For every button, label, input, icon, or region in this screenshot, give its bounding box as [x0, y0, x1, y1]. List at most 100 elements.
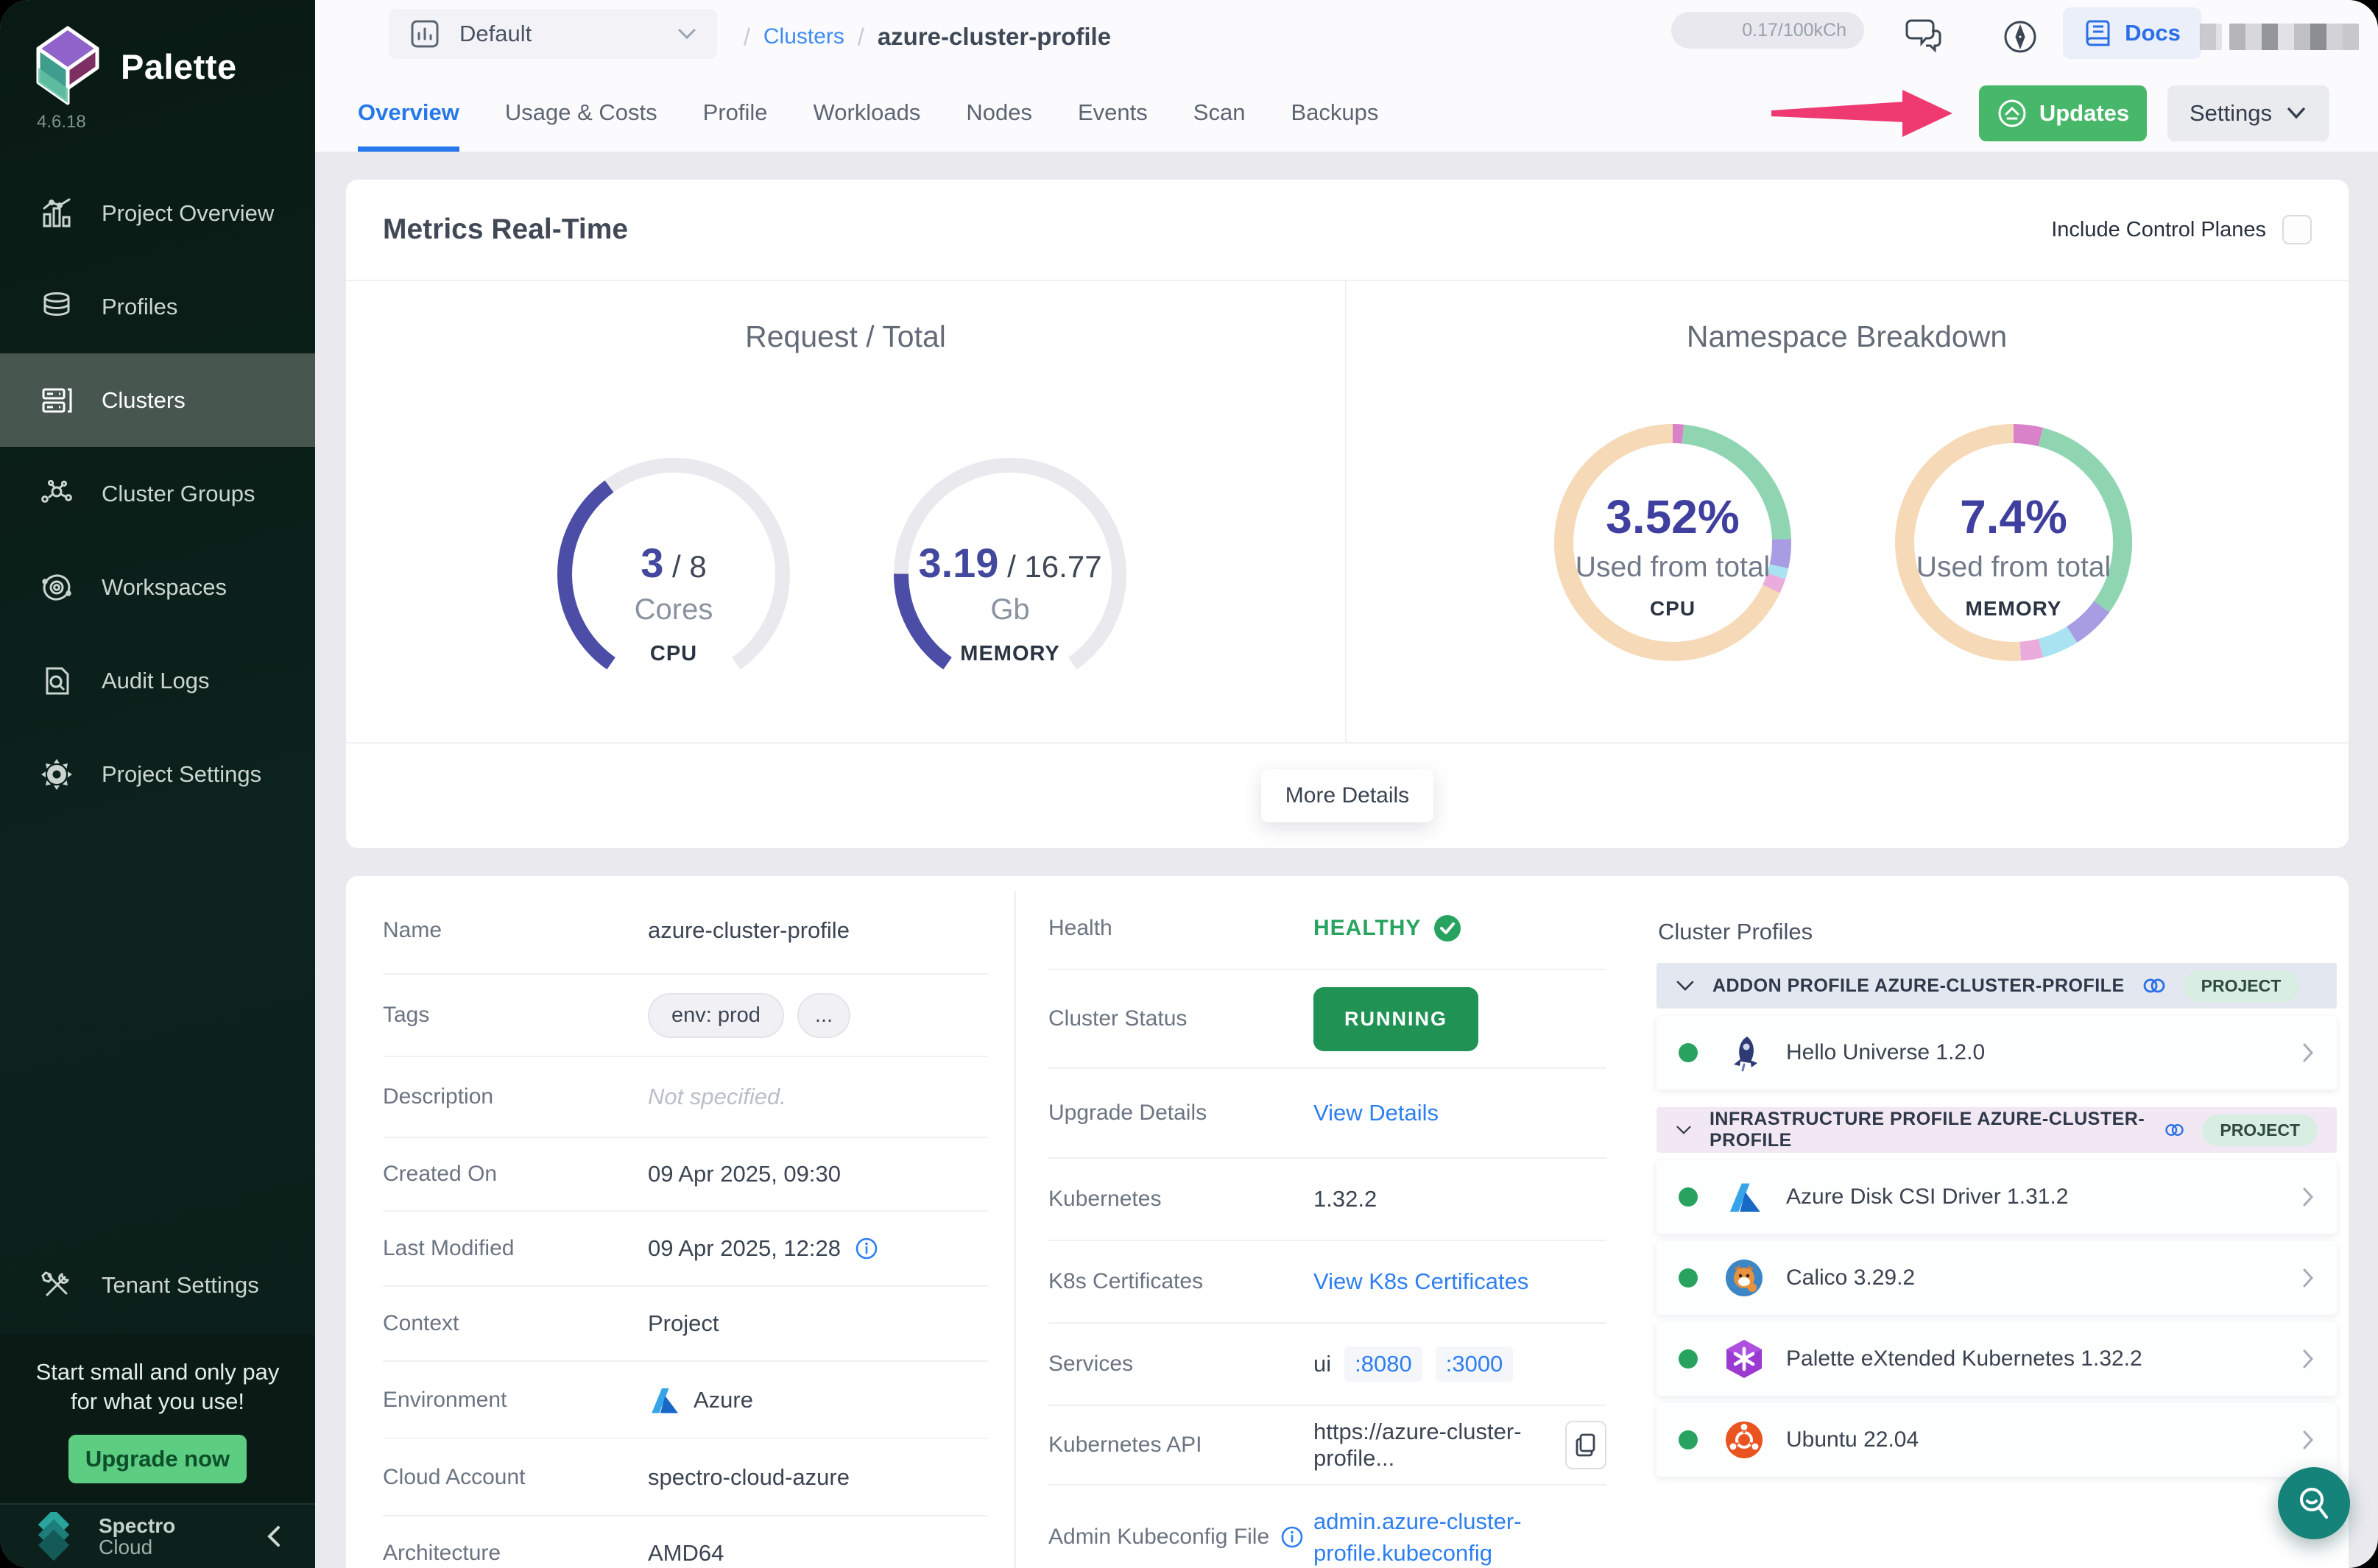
gear-icon	[40, 757, 74, 791]
tab-profile[interactable]: Profile	[703, 74, 768, 152]
sidebar-item-profiles[interactable]: Profiles	[0, 260, 315, 353]
infrastructure-profile-section-header[interactable]: INFRASTRUCTURE PROFILE AZURE-CLUSTER-PRO…	[1657, 1107, 2337, 1153]
architecture-value: AMD64	[648, 1540, 724, 1567]
sidebar-item-label: Tenant Settings	[102, 1272, 259, 1299]
link-icon[interactable]	[2164, 1120, 2184, 1140]
chart-divider	[1345, 281, 1347, 742]
pxk-icon	[1725, 1338, 1763, 1380]
breadcrumb: / Clusters / azure-cluster-profile	[744, 0, 1111, 74]
tab-workloads[interactable]: Workloads	[814, 74, 921, 152]
sidebar-tenant-section: Tenant Settings	[0, 1238, 315, 1332]
memory-namespace-donut: 7.4% Used from total MEMORY	[1888, 417, 2139, 668]
tab-nodes[interactable]: Nodes	[966, 74, 1032, 152]
profile-item-calico[interactable]: Calico 3.29.2	[1657, 1241, 2337, 1315]
breadcrumb-clusters-link[interactable]: Clusters	[763, 24, 844, 49]
kubernetes-api-value: https://azure-cluster-profile...	[1313, 1419, 1558, 1472]
sidebar-item-project-settings[interactable]: Project Settings	[0, 727, 315, 821]
more-details-button[interactable]: More Details	[1261, 769, 1433, 822]
tag-env-prod[interactable]: env: prod	[648, 993, 784, 1038]
chat-icon[interactable]	[1902, 16, 1945, 57]
settings-button[interactable]: Settings	[2167, 85, 2329, 141]
docs-link[interactable]: Docs	[2063, 7, 2201, 59]
metrics-card-header: Metrics Real-Time Include Control Planes	[346, 180, 2349, 281]
tab-events[interactable]: Events	[1078, 74, 1148, 152]
include-control-planes-checkbox[interactable]	[2282, 215, 2312, 244]
profile-item-azure-disk-csi[interactable]: Azure Disk CSI Driver 1.31.2	[1657, 1160, 2337, 1234]
app-version: 4.6.18	[37, 112, 86, 133]
description-value: Not specified.	[648, 1084, 786, 1110]
profile-item-ubuntu[interactable]: Ubuntu 22.04	[1657, 1403, 2337, 1477]
view-k8s-certificates-link[interactable]: View K8s Certificates	[1313, 1268, 1528, 1295]
chevron-down-icon	[2285, 106, 2307, 121]
infrastructure-profile-items: Azure Disk CSI Driver 1.31.2	[1657, 1160, 2337, 1477]
project-selector[interactable]: Default	[389, 9, 717, 59]
view-details-link[interactable]: View Details	[1313, 1100, 1439, 1126]
collapse-sidebar-icon[interactable]	[264, 1520, 286, 1553]
book-icon	[2084, 17, 2113, 49]
kubernetes-version-value: 1.32.2	[1313, 1186, 1377, 1212]
palette-app-window: Palette 4.6.18 Project Overview Pro	[0, 0, 2378, 1568]
info-icon[interactable]	[1280, 1525, 1305, 1550]
sidebar-item-label: Project Settings	[102, 761, 261, 788]
spectro-cloud-logo-icon	[29, 1512, 84, 1561]
upgrade-now-button[interactable]: Upgrade now	[68, 1435, 247, 1483]
sidebar-item-audit-logs[interactable]: Audit Logs	[0, 634, 315, 727]
info-icon[interactable]	[854, 1236, 879, 1261]
calico-icon	[1724, 1258, 1764, 1298]
sidebar-item-cluster-groups[interactable]: Cluster Groups	[0, 447, 315, 540]
tab-usage-costs[interactable]: Usage & Costs	[505, 74, 657, 152]
link-icon[interactable]	[2142, 976, 2166, 995]
service-port-8080-link[interactable]: :8080	[1344, 1346, 1422, 1382]
redacted-username	[2229, 24, 2359, 50]
sidebar-item-tenant-settings[interactable]: Tenant Settings	[0, 1238, 315, 1332]
app-name: Palette	[121, 46, 237, 87]
cluster-name-value: azure-cluster-profile	[648, 917, 850, 944]
azure-icon	[648, 1384, 680, 1416]
chevron-down-icon	[676, 27, 698, 41]
cpu-namespace-donut: 3.52% Used from total CPU	[1548, 417, 1798, 668]
tag-more[interactable]: ...	[797, 993, 850, 1038]
sidebar-item-workspaces[interactable]: Workspaces	[0, 540, 315, 634]
tab-overview[interactable]: Overview	[358, 74, 459, 152]
tab-backups[interactable]: Backups	[1291, 74, 1378, 152]
tabs-row: Overview Usage & Costs Profile Workloads…	[315, 74, 2378, 152]
azure-icon	[1726, 1179, 1763, 1215]
health-value: HEALTHY	[1313, 916, 1421, 941]
support-search-fab[interactable]	[2278, 1467, 2350, 1539]
sidebar-item-project-overview[interactable]: Project Overview	[0, 166, 315, 260]
chevron-down-icon	[1676, 1123, 1692, 1137]
addon-profile-section-header[interactable]: ADDON PROFILE AZURE-CLUSTER-PROFILE PROJ…	[1657, 963, 2337, 1009]
status-dot-green	[1679, 1268, 1698, 1288]
tools-icon	[40, 1268, 74, 1302]
project-selector-value: Default	[459, 21, 532, 47]
credits-usage-pill: 0.17/100kCh	[1671, 12, 1864, 49]
service-name: ui	[1313, 1351, 1331, 1377]
doc-search-icon	[40, 664, 74, 698]
updates-button[interactable]: Updates	[1979, 85, 2147, 141]
detail-row-kubernetes: Kubernetes 1.32.2	[1048, 1159, 1606, 1241]
sidebar: Palette 4.6.18 Project Overview Pro	[0, 0, 315, 1568]
cloud-account-value: spectro-cloud-azure	[648, 1464, 850, 1491]
chevron-right-icon	[2301, 1429, 2315, 1451]
palette-logo[interactable]: Palette	[34, 25, 237, 107]
service-port-3000-link[interactable]: :3000	[1436, 1346, 1514, 1382]
profile-item-palette-extended-kubernetes[interactable]: Palette eXtended Kubernetes 1.32.2	[1657, 1322, 2337, 1396]
copy-api-url-button[interactable]	[1565, 1421, 1606, 1469]
admin-kubeconfig-link[interactable]: admin.azure-cluster-profile.kubeconfig	[1313, 1505, 1606, 1568]
details-left-column: Name azure-cluster-profile Tags env: pro…	[383, 888, 988, 1568]
compass-icon[interactable]	[2000, 16, 2041, 57]
detail-row-admin-kubeconfig: Admin Kubeconfig File admin.azure-cluste…	[1048, 1486, 1606, 1568]
detail-row-health: Health HEALTHY	[1048, 888, 1606, 970]
rocket-icon	[1725, 1034, 1763, 1072]
detail-row-environment: Environment Azure	[383, 1362, 988, 1439]
sidebar-item-clusters[interactable]: Clusters	[0, 353, 315, 447]
tab-scan[interactable]: Scan	[1193, 74, 1246, 152]
memory-gauge-chart: 3.19 / 16.77 Gb MEMORY	[885, 449, 1135, 699]
detail-row-architecture: Architecture AMD64	[383, 1516, 988, 1568]
sidebar-item-label: Audit Logs	[102, 668, 210, 694]
project-icon	[408, 17, 442, 51]
profile-item-hello-universe[interactable]: Hello Universe 1.2.0	[1657, 1016, 2337, 1090]
namespace-breakdown-title: Namespace Breakdown	[1345, 319, 2349, 354]
header-actions: Updates Settings	[1771, 84, 2329, 143]
status-dot-green	[1679, 1430, 1698, 1449]
